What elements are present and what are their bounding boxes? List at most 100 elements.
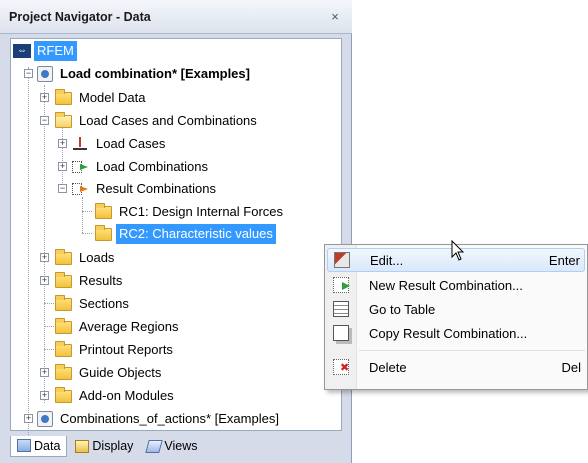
tree-item-rc2[interactable]: RC2: Characteristic values [95, 223, 276, 245]
tree-item-label: RC1: Design Internal Forces [119, 204, 284, 219]
copy-icon [333, 325, 349, 341]
tree-item-label: Loads [79, 250, 115, 265]
tab-views[interactable]: Views [141, 436, 203, 456]
tree-item-label: Load combination* [Examples] [60, 66, 250, 81]
expand-toggle[interactable]: + [40, 276, 49, 285]
menu-item-shortcut: Del [561, 359, 581, 375]
collapse-toggle[interactable]: − [58, 184, 67, 193]
tree-line [62, 127, 63, 187]
panel-titlebar: Project Navigator - Data × [0, 0, 352, 34]
menu-item-label: Edit... [370, 252, 404, 268]
folder-icon [95, 202, 112, 219]
expand-toggle[interactable]: + [40, 368, 49, 377]
panel-title: Project Navigator - Data [9, 10, 151, 24]
collapse-toggle[interactable]: − [24, 69, 33, 78]
menu-item-new-result-combination[interactable]: New Result Combination... [327, 273, 585, 297]
tree-item-load-combinations[interactable]: Load Combinations [71, 156, 211, 178]
tree-item-label: Guide Objects [79, 365, 162, 380]
expand-toggle[interactable]: + [24, 414, 33, 423]
mouse-pointer-icon [451, 240, 465, 261]
tree-line [44, 85, 45, 403]
tree-item-sections[interactable]: Sections [55, 293, 132, 315]
menu-item-go-to-table[interactable]: Go to Table [327, 297, 585, 321]
folder-icon [55, 271, 72, 288]
tree-line [44, 326, 54, 327]
menu-separator [359, 350, 585, 351]
tree-item-label: Printout Reports [79, 342, 173, 357]
folder-icon [55, 294, 72, 311]
result-combination-icon [71, 181, 89, 197]
tree-item-label: Load Combinations [96, 159, 209, 174]
folder-icon [95, 224, 112, 241]
expand-toggle[interactable]: + [40, 391, 49, 400]
menu-item-label: Go to Table [369, 301, 436, 317]
tree-item-results[interactable]: Results [55, 270, 125, 292]
tab-data[interactable]: Data [10, 435, 68, 457]
tab-display[interactable]: Display [69, 436, 139, 456]
folder-icon [55, 248, 72, 265]
project-icon [37, 411, 53, 427]
tree-item-label: Load Cases and Combinations [79, 113, 257, 128]
rfem-icon: ⇔ [13, 44, 31, 58]
menu-item-shortcut: Enter [548, 252, 580, 268]
load-case-icon [71, 137, 89, 151]
collapse-toggle[interactable]: − [40, 116, 49, 125]
tree-item-load-cases-and-combinations[interactable]: Load Cases and Combinations [55, 110, 260, 132]
display-icon [75, 439, 90, 453]
tree-root-label: RFEM [34, 41, 77, 61]
folder-open-icon [55, 111, 72, 128]
menu-item-label: Delete [369, 359, 407, 375]
menu-item-delete[interactable]: Delete Del [327, 355, 585, 379]
edit-icon [334, 252, 350, 268]
tree-item-rc1[interactable]: RC1: Design Internal Forces [95, 201, 286, 223]
menu-item-label: Copy Result Combination... [369, 325, 528, 341]
tree-item-label: Average Regions [79, 319, 179, 334]
tree-item-model-data[interactable]: Model Data [55, 87, 148, 109]
tree-line [44, 303, 54, 304]
data-icon [17, 439, 31, 452]
tree-item-label: Model Data [79, 90, 146, 105]
folder-icon [55, 317, 72, 334]
tree-line [82, 211, 92, 212]
tree-item-label: Add-on Modules [79, 388, 174, 403]
expand-toggle[interactable]: + [40, 93, 49, 102]
tree-line [82, 197, 83, 233]
tree-item-project[interactable]: Load combination* [Examples] [37, 63, 253, 85]
tree-line [44, 349, 54, 350]
folder-icon [55, 340, 72, 357]
tree-item-loads[interactable]: Loads [55, 247, 117, 269]
expand-toggle[interactable]: + [58, 139, 67, 148]
tree-line [28, 67, 29, 441]
tab-label: Display [92, 439, 134, 453]
tree-item-printout-reports[interactable]: Printout Reports [55, 339, 176, 361]
tree-item-label: Result Combinations [96, 181, 216, 196]
views-icon [145, 439, 164, 453]
tree-item-label: Results [79, 273, 123, 288]
tree-item-add-on-modules[interactable]: Add-on Modules [55, 385, 177, 407]
tree-item-project-2[interactable]: Combinations_of_actions* [Examples] [37, 408, 282, 430]
tree-root-rfem[interactable]: ⇔ RFEM [13, 40, 77, 62]
tab-label: Data [34, 438, 61, 453]
tree-item-result-combinations[interactable]: Result Combinations [71, 178, 219, 200]
close-button[interactable]: × [326, 8, 344, 26]
project-navigator-panel: Project Navigator - Data × ⇔ RFEM − Load… [0, 0, 352, 463]
folder-icon [55, 88, 72, 105]
menu-item-copy-result-combination[interactable]: Copy Result Combination... [327, 321, 585, 345]
tab-label: Views [164, 439, 198, 453]
tree-item-average-regions[interactable]: Average Regions [55, 316, 182, 338]
expand-toggle[interactable]: + [40, 253, 49, 262]
tree-item-label: Combinations_of_actions* [Examples] [60, 411, 279, 426]
load-combination-icon [71, 159, 89, 175]
delete-icon [333, 359, 349, 375]
tree-item-guide-objects[interactable]: Guide Objects [55, 362, 164, 384]
folder-icon [55, 363, 72, 380]
expand-toggle[interactable]: + [58, 162, 67, 171]
menu-item-label: New Result Combination... [369, 277, 523, 293]
table-icon [333, 301, 349, 317]
tree-item-label: RC2: Characteristic values [116, 224, 276, 244]
tree-line [82, 233, 92, 234]
navigator-tabs: Data Display Views [10, 432, 342, 460]
navigator-tree: ⇔ RFEM − Load combination* [Examples] + … [10, 38, 342, 441]
tree-item-load-cases[interactable]: Load Cases [71, 133, 168, 155]
tree-item-label: Sections [79, 296, 129, 311]
